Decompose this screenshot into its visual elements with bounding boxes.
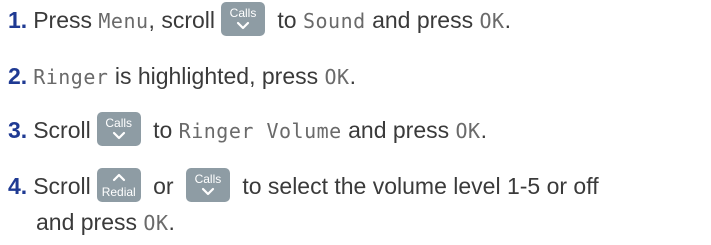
redial-key: Redial xyxy=(96,167,141,202)
display-text-menu: Menu xyxy=(98,9,149,33)
calls-key-label: Calls xyxy=(194,171,222,186)
calls-key-label: Calls xyxy=(105,115,133,130)
step-text: to select the volume level 1-5 or off xyxy=(235,173,599,199)
display-text-ringer-volume: Ringer Volume xyxy=(178,119,342,143)
chevron-down-icon xyxy=(236,21,250,30)
redial-key-label: Redial xyxy=(101,184,136,199)
step-3: 3. Scroll Calls to Ringer Volume and press… xyxy=(8,111,705,149)
step-text: and press xyxy=(341,117,456,143)
chevron-up-icon xyxy=(112,173,125,182)
step-4-continuation: and press OK. xyxy=(36,206,705,240)
step-text: and press xyxy=(365,7,480,33)
display-text-ok: OK xyxy=(479,9,505,33)
step-2: 2. Ringer is highlighted, press OK. xyxy=(8,60,705,94)
step-text: , scroll xyxy=(148,7,215,33)
calls-key: Calls xyxy=(221,1,265,36)
calls-key-label: Calls xyxy=(229,5,257,20)
step-text: . xyxy=(349,63,356,89)
step-number: 2. xyxy=(8,63,28,89)
step-text: to xyxy=(271,7,303,33)
chevron-down-icon xyxy=(112,131,125,140)
step-text: and press xyxy=(36,209,144,235)
step-text: Scroll xyxy=(33,117,91,143)
step-text: Press xyxy=(33,7,99,33)
display-text-ok: OK xyxy=(324,65,350,89)
step-text: Scroll xyxy=(33,173,91,199)
step-text: . xyxy=(504,7,511,33)
step-text: or xyxy=(146,173,180,199)
step-text: is highlighted, press xyxy=(108,63,325,89)
step-text: . xyxy=(168,209,175,235)
step-text: to xyxy=(146,117,179,143)
display-text-ok: OK xyxy=(143,211,169,235)
calls-key: Calls xyxy=(185,167,230,202)
chevron-down-icon xyxy=(201,187,215,196)
step-text: . xyxy=(480,117,487,143)
step-1: 1. Press Menu, scroll Calls to Sound and p… xyxy=(8,1,705,39)
instruction-steps: 1. Press Menu, scroll Calls to Sound and p… xyxy=(0,0,711,245)
display-text-ok: OK xyxy=(455,119,481,143)
step-4: 4. Scroll Redial or Calls to select the vo… xyxy=(8,167,705,205)
step-number: 3. xyxy=(8,117,28,143)
calls-key: Calls xyxy=(96,111,141,146)
display-text-ringer: Ringer xyxy=(33,65,109,89)
display-text-sound: Sound xyxy=(302,9,366,33)
step-number: 1. xyxy=(8,7,28,33)
step-number: 4. xyxy=(8,173,28,199)
